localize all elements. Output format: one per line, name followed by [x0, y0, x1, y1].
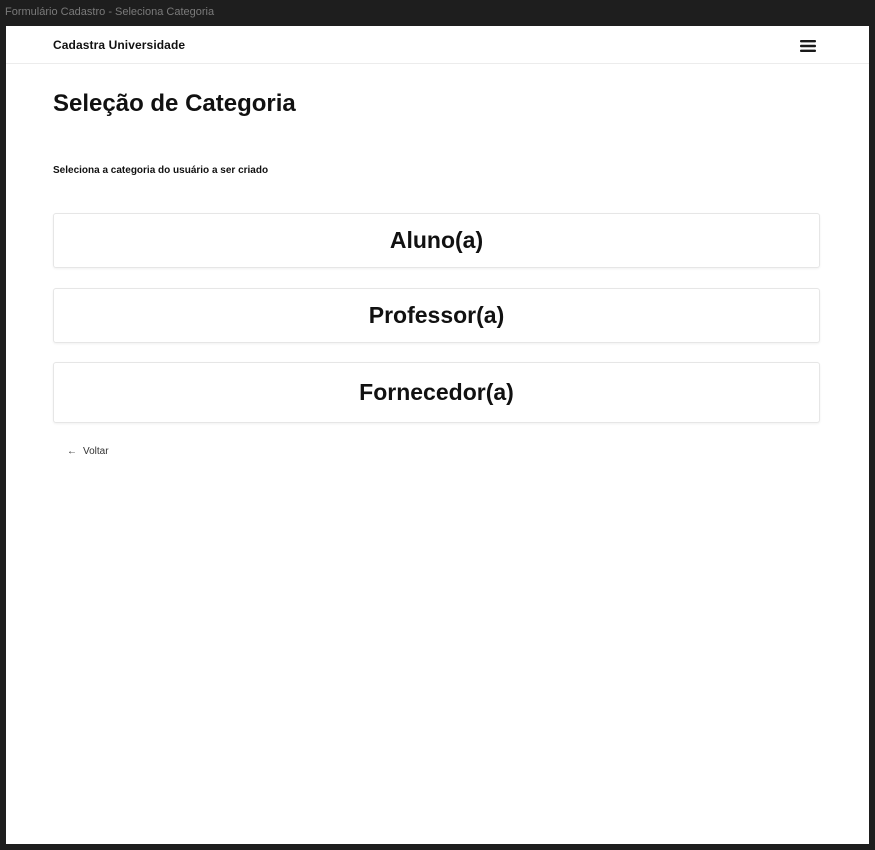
- brand-name[interactable]: Cadastra Universidade: [53, 38, 185, 52]
- category-button-professor[interactable]: Professor(a): [53, 288, 820, 343]
- window-title: Formulário Cadastro - Seleciona Categori…: [0, 0, 875, 26]
- arrow-left-icon: ←: [67, 446, 77, 457]
- page-title: Seleção de Categoria: [53, 90, 296, 117]
- back-link-label: Voltar: [83, 446, 109, 457]
- page-subtitle: Seleciona a categoria do usuário a ser c…: [53, 165, 269, 176]
- app-frame: Cadastra Universidade Seleção de Categor…: [6, 26, 869, 844]
- back-link[interactable]: ← Voltar: [67, 446, 109, 457]
- category-button-fornecedor[interactable]: Fornecedor(a): [53, 362, 820, 423]
- category-button-aluno[interactable]: Aluno(a): [53, 213, 820, 268]
- top-navbar: Cadastra Universidade: [6, 26, 869, 64]
- hamburger-menu-icon: [800, 40, 816, 52]
- menu-button[interactable]: [797, 37, 819, 55]
